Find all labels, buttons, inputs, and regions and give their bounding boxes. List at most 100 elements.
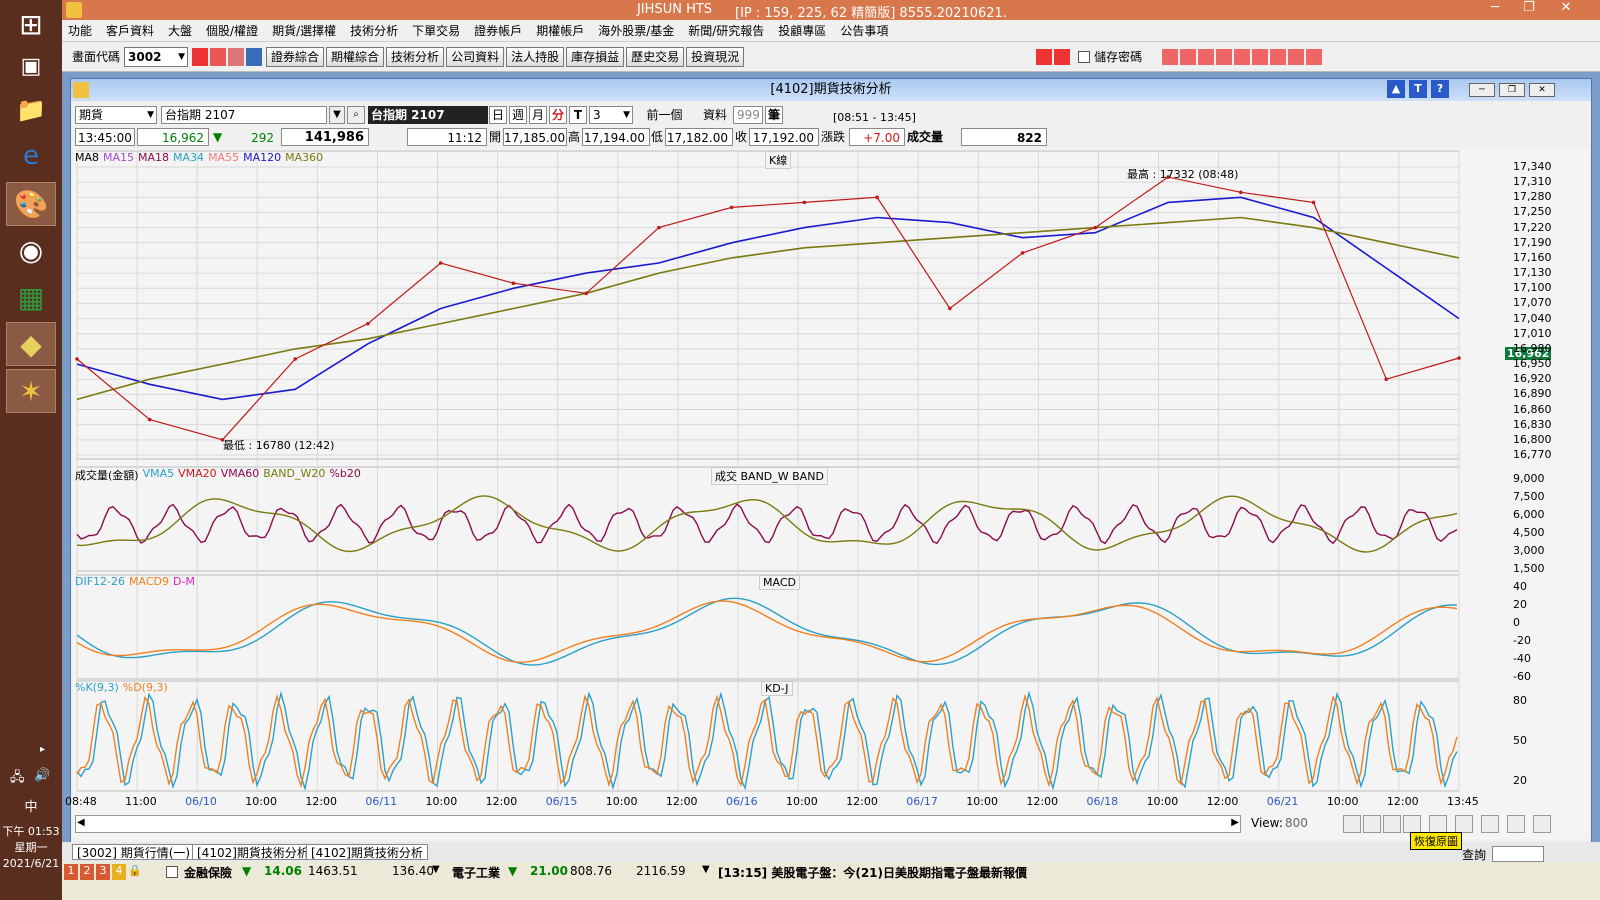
period-month-button[interactable]: 月: [529, 106, 547, 124]
internet-explorer-icon[interactable]: e: [6, 134, 56, 178]
red-cross-icon-2[interactable]: [1054, 48, 1071, 65]
zoom-icon[interactable]: [1383, 815, 1401, 833]
menu-news[interactable]: 新聞/研究報告: [688, 22, 764, 39]
ime-indicator[interactable]: 中: [0, 796, 62, 815]
flag-icon[interactable]: [1288, 48, 1305, 65]
scroll-right-icon[interactable]: ▶: [1231, 817, 1239, 828]
menu-customer[interactable]: 客戶資料: [106, 22, 154, 39]
list-icon[interactable]: [1198, 48, 1215, 65]
data-count-input[interactable]: 999: [733, 106, 763, 124]
paint-icon[interactable]: 🎨: [6, 182, 56, 226]
tab-tech-analysis-1[interactable]: [4102]期貨技術分析: [192, 844, 314, 860]
contract-dropdown-icon[interactable]: ▼: [329, 106, 345, 124]
copy-icon[interactable]: [1455, 815, 1473, 833]
tab-futures-quote[interactable]: [3002] 期貨行情(一): [72, 844, 196, 860]
notes-icon[interactable]: ◆: [6, 322, 56, 366]
text-icon[interactable]: [1234, 48, 1251, 65]
menu-advisory[interactable]: 投顧專區: [778, 22, 826, 39]
tool-icon[interactable]: [1306, 48, 1323, 65]
workspace-3-button[interactable]: 3: [96, 864, 110, 880]
company-info-button[interactable]: 公司資料: [446, 46, 505, 67]
screen-code-input[interactable]: 3002 ▼: [124, 46, 189, 67]
zoom-out-icon[interactable]: [1343, 815, 1361, 833]
network-icon[interactable]: 🖧: [10, 768, 25, 790]
pen-icon[interactable]: [1162, 48, 1179, 65]
dropdown-icon[interactable]: [246, 47, 263, 66]
save-icon[interactable]: [1481, 815, 1499, 833]
settings-icon[interactable]: [1533, 815, 1551, 833]
chart-icon[interactable]: [228, 47, 245, 66]
grid-icon[interactable]: [1180, 48, 1197, 65]
query-label[interactable]: 查詢: [1462, 846, 1486, 863]
windows-start-icon[interactable]: ⊞: [6, 2, 56, 46]
product-type-select[interactable]: 期貨 ▼: [75, 106, 157, 124]
technical-analysis-button[interactable]: 技術分析: [386, 46, 445, 67]
period-week-button[interactable]: 週: [509, 106, 527, 124]
chart-area[interactable]: MA8 MA15 MA18 MA34 MA55 MA120 MA360 K線 最…: [65, 149, 1589, 839]
draw-icon[interactable]: [1507, 815, 1525, 833]
chevron-down-icon[interactable]: ▼: [178, 48, 185, 66]
volume-icon[interactable]: 🔊: [34, 768, 50, 783]
menu-technical[interactable]: 技術分析: [350, 22, 398, 39]
minimize-icon[interactable]: ─: [1478, 0, 1512, 15]
menu-market[interactable]: 大盤: [168, 22, 192, 39]
menu-stocks[interactable]: 個股/權證: [206, 22, 258, 39]
contract-input[interactable]: 台指期 2107: [161, 106, 327, 124]
futures-summary-button[interactable]: 期權綜合: [326, 46, 385, 67]
desktop-icon[interactable]: ▣: [6, 44, 56, 88]
text-mode-icon[interactable]: T: [1409, 80, 1427, 98]
history-trade-button[interactable]: 歷史交易: [626, 46, 685, 67]
inventory-pnl-button[interactable]: 庫存損益: [566, 46, 625, 67]
restore-icon[interactable]: ❐: [1512, 0, 1546, 15]
red-cross-icon[interactable]: [1036, 48, 1053, 65]
table-icon[interactable]: [1252, 48, 1269, 65]
triangle-icon[interactable]: ▲: [1387, 80, 1405, 98]
period-value-select[interactable]: 3 ▼: [589, 106, 633, 124]
menu-announcements[interactable]: 公告事項: [840, 22, 888, 39]
help-icon[interactable]: ?: [1431, 80, 1449, 98]
menu-overseas[interactable]: 海外股票/基金: [598, 22, 674, 39]
menu-futures[interactable]: 期貨/選擇權: [272, 22, 336, 39]
workspace-2-button[interactable]: 2: [80, 864, 94, 880]
tray-expand-icon[interactable]: ▸: [40, 744, 45, 755]
prev-button[interactable]: 前一個: [636, 106, 690, 124]
securities-summary-button[interactable]: 證券綜合: [266, 46, 325, 67]
chrome-icon[interactable]: ◉: [6, 228, 56, 272]
search-icon[interactable]: [192, 47, 209, 66]
investment-status-button[interactable]: 投資現況: [686, 46, 745, 67]
excel-icon[interactable]: ▦: [6, 275, 56, 319]
workspace-1-button[interactable]: 1: [64, 864, 78, 880]
lock-icon[interactable]: 🔒: [128, 864, 142, 880]
menu-securities-account[interactable]: 證券帳戶: [474, 22, 522, 39]
news-ticker[interactable]: [13:15] 美股電子盤：今(21)日美股期指電子盤最新報價: [718, 864, 1027, 881]
calc-icon[interactable]: [1270, 48, 1287, 65]
period-tick-button[interactable]: T: [569, 106, 587, 124]
workspace-4-button[interactable]: 4: [112, 864, 126, 880]
tab-tech-analysis-2[interactable]: [4102]期貨技術分析: [306, 844, 428, 860]
institutional-holding-button[interactable]: 法人持股: [506, 46, 565, 67]
query-input[interactable]: [1492, 846, 1544, 862]
menu-order[interactable]: 下單交易: [412, 22, 460, 39]
chevron-down-icon[interactable]: ▼: [702, 864, 710, 875]
jihsun-app-icon[interactable]: ✶: [6, 369, 56, 413]
period-day-button[interactable]: 日: [489, 106, 507, 124]
period-minute-button[interactable]: 分: [549, 106, 567, 124]
chevron-down-icon[interactable]: ▼: [432, 864, 440, 875]
close-icon[interactable]: ✕: [1546, 0, 1586, 15]
horizontal-scrollbar[interactable]: ◀ ▶: [75, 815, 1241, 833]
window-icon[interactable]: [210, 47, 227, 66]
zoom-in-icon[interactable]: [1363, 815, 1381, 833]
save-password-checkbox[interactable]: [1078, 50, 1091, 63]
file-explorer-icon[interactable]: 📁: [6, 88, 56, 132]
restore-view-icon[interactable]: [1403, 815, 1421, 833]
print-icon[interactable]: [1216, 48, 1233, 65]
ticker-checkbox[interactable]: [166, 866, 178, 878]
taskbar-clock[interactable]: 下午 01:53 星期一 2021/6/21: [0, 824, 62, 872]
child-close-icon[interactable]: ✕: [1529, 83, 1555, 97]
indicator-icon[interactable]: [1429, 815, 1447, 833]
data-unit-button[interactable]: 筆: [765, 106, 783, 124]
scroll-left-icon[interactable]: ◀: [77, 817, 85, 828]
menu-function[interactable]: 功能: [68, 22, 92, 39]
child-minimize-icon[interactable]: ─: [1469, 83, 1495, 97]
menu-futures-account[interactable]: 期權帳戶: [536, 22, 584, 39]
